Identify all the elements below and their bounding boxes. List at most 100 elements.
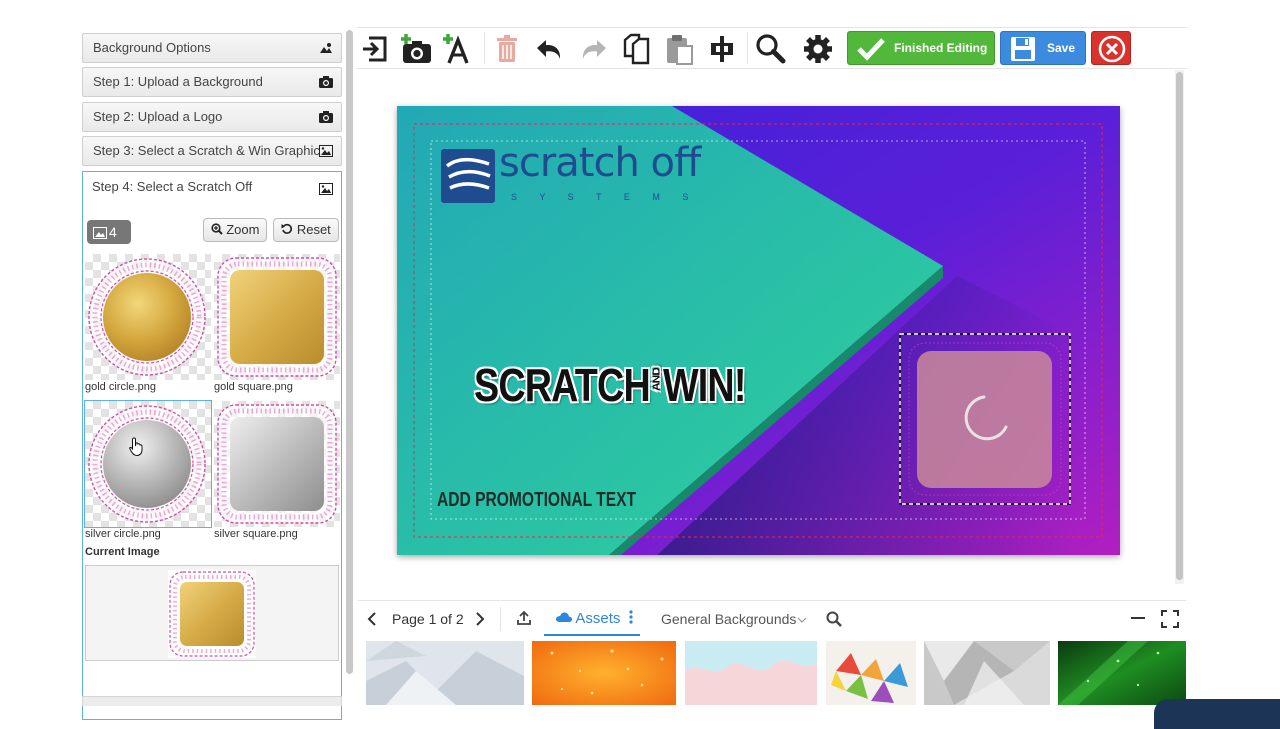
scratch-and-win-graphic: SCRATCHANDWIN! — [474, 358, 746, 412]
add-photo-button[interactable] — [399, 32, 433, 66]
current-image-label: Current Image — [85, 546, 160, 558]
chevron-down-icon — [797, 617, 807, 623]
collapsed-next-section[interactable] — [82, 696, 342, 706]
check-icon — [857, 38, 885, 61]
zoom-tool-button[interactable] — [753, 32, 787, 66]
scratch-off-thumbnail-silver-square[interactable] — [214, 401, 340, 527]
gray-geometric-background[interactable] — [924, 641, 1050, 705]
add-photo-icon — [401, 34, 431, 63]
close-editor-button[interactable] — [1091, 31, 1131, 65]
minimize-icon[interactable] — [1130, 612, 1146, 624]
exit-button[interactable] — [359, 32, 393, 66]
asset-bar: Page 1 of 2 Assets General Backgrounds — [358, 600, 1186, 636]
design-card[interactable]: scratch off S Y S T E M S SCRATCHANDWIN!… — [397, 106, 1120, 555]
zoom-button[interactable]: Zoom — [203, 218, 267, 242]
add-text-button[interactable] — [441, 32, 475, 66]
headline-left: SCRATCH — [474, 359, 651, 411]
undo-icon — [537, 40, 561, 59]
align-button[interactable] — [705, 32, 739, 66]
redo-button[interactable] — [576, 32, 610, 66]
logo-subtitle: S Y S T E M S — [511, 192, 699, 202]
redo-icon — [582, 40, 606, 59]
category-select[interactable]: General Backgrounds — [661, 611, 807, 627]
promotional-text[interactable]: ADD PROMOTIONAL TEXT — [437, 489, 636, 512]
more-options-icon[interactable] — [628, 610, 633, 624]
current-gold-square-image — [168, 570, 256, 658]
image-icon — [93, 227, 107, 239]
sidebar-scrollbar[interactable] — [346, 30, 353, 674]
image-count-badge: 4 — [87, 220, 131, 244]
scratch-off-thumbnail-gold-circle[interactable] — [85, 254, 211, 380]
section-label: Step 2: Upload a Logo — [93, 109, 223, 124]
zoom-label: Zoom — [226, 222, 260, 237]
next-page-icon[interactable] — [474, 611, 486, 627]
background-options-icon — [320, 43, 332, 53]
finished-editing-label: Finished Editing — [894, 41, 988, 55]
section-label: Step 3: Select a Scratch & Win Graphic — [93, 143, 320, 158]
section-label[interactable]: Step 4: Select a Scratch Off — [92, 179, 252, 194]
add-text-icon — [443, 34, 469, 64]
pastel-wave-background[interactable] — [685, 641, 817, 705]
image-icon — [319, 183, 333, 195]
save-label: Save — [1047, 41, 1076, 55]
image-count: 4 — [109, 224, 117, 240]
reset-icon — [281, 223, 293, 234]
orange-glitter-background[interactable] — [532, 641, 676, 705]
copy-button[interactable] — [619, 32, 653, 66]
assets-tab[interactable]: Assets — [544, 601, 640, 636]
assets-label: Assets — [575, 610, 621, 627]
search-icon[interactable] — [826, 611, 842, 627]
upload-icon[interactable] — [516, 610, 532, 626]
silver-circle-preview — [88, 405, 206, 523]
undo-button[interactable] — [533, 32, 567, 66]
canvas-scrollbar-thumb[interactable] — [1176, 72, 1183, 580]
reset-label: Reset — [296, 222, 331, 237]
toolbar-separator — [747, 32, 748, 64]
image-icon — [319, 145, 333, 157]
exit-icon — [363, 36, 387, 62]
page-indicator: Page 1 of 2 — [392, 611, 464, 627]
thumbnail-filename: gold circle.png — [85, 381, 156, 393]
gold-square-preview — [217, 257, 337, 377]
previous-page-icon[interactable] — [366, 611, 378, 627]
zoom-icon — [756, 34, 786, 64]
canvas-scrollbar[interactable] — [1175, 70, 1184, 584]
section-label: Step 1: Upload a Background — [93, 74, 263, 89]
paste-button[interactable] — [662, 32, 696, 66]
thumbnail-filename: silver circle.png — [85, 528, 161, 540]
delete-icon — [497, 35, 517, 62]
delete-button[interactable] — [490, 32, 524, 66]
finished-editing-button[interactable]: Finished Editing — [847, 31, 995, 65]
chat-widget-tab[interactable] — [1154, 699, 1280, 729]
headline-and: AND — [650, 368, 663, 391]
section-upload-logo[interactable]: Step 2: Upload a Logo — [82, 102, 342, 132]
section-background-options[interactable]: Background Options — [82, 33, 342, 63]
camera-icon — [319, 111, 333, 123]
gold-circle-preview — [88, 258, 206, 376]
section-label: Background Options — [93, 40, 211, 55]
colorful-polygon-background[interactable] — [826, 641, 916, 705]
silver-square-preview — [217, 404, 337, 524]
thumbnail-filename: silver square.png — [214, 528, 298, 540]
light-geometric-background[interactable] — [366, 641, 524, 705]
fullscreen-icon[interactable] — [1161, 610, 1179, 628]
toolbar-separator — [484, 32, 485, 64]
scratch-off-thumbnail-gold-square[interactable] — [214, 254, 340, 380]
green-sparkle-background[interactable] — [1058, 641, 1186, 705]
camera-icon — [319, 76, 333, 88]
settings-icon — [804, 35, 832, 63]
settings-button[interactable] — [801, 32, 835, 66]
paste-icon — [667, 35, 693, 65]
reset-button[interactable]: Reset — [273, 218, 339, 242]
logo-wordmark: scratch off — [499, 140, 701, 186]
section-select-scratch-off: Step 4: Select a Scratch Off 4 Zoom Rese… — [82, 171, 342, 720]
thumbnail-filename: gold square.png — [214, 381, 293, 393]
save-button[interactable]: Save — [1000, 31, 1086, 65]
scratch-off-thumbnail-silver-circle[interactable] — [84, 400, 212, 528]
sidebar: Background Options Step 1: Upload a Back… — [80, 30, 346, 720]
background-asset-tray — [358, 638, 1186, 720]
toolbar-separator — [500, 607, 501, 631]
section-scratch-win-graphic[interactable]: Step 3: Select a Scratch & Win Graphic — [82, 136, 342, 166]
section-upload-background[interactable]: Step 1: Upload a Background — [82, 67, 342, 97]
cloud-icon — [556, 612, 572, 622]
